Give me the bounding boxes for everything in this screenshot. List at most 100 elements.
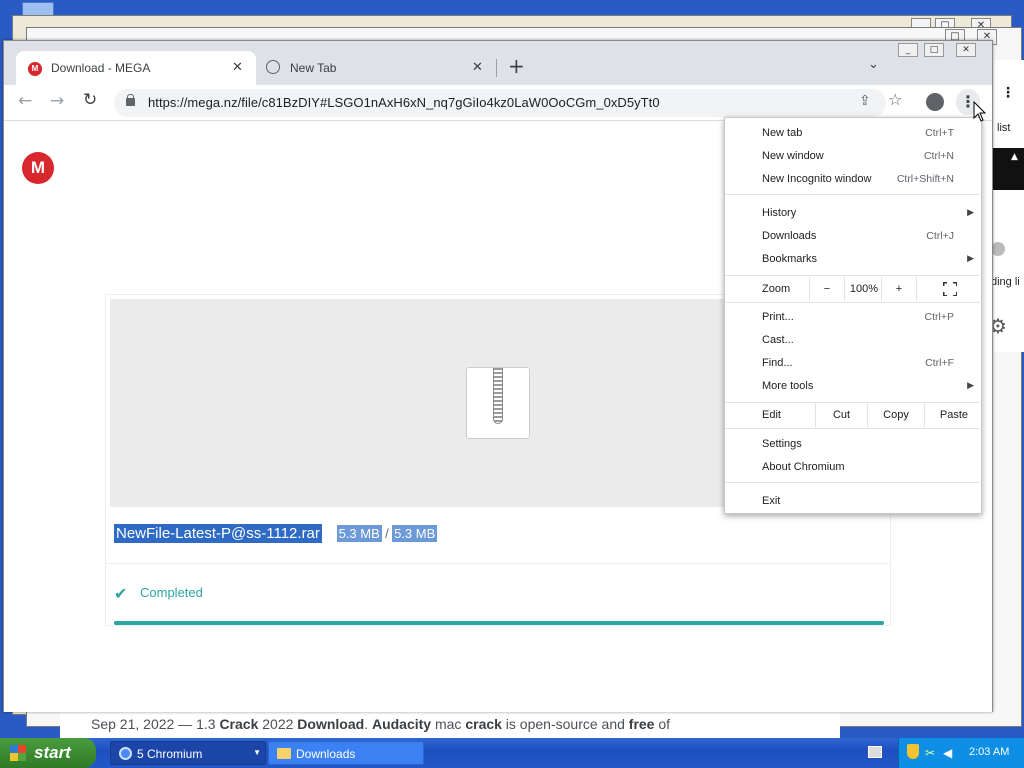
profile-avatar-icon[interactable] (926, 93, 944, 111)
menu-item-new-tab[interactable]: New tab Ctrl+T (725, 121, 983, 144)
share-icon[interactable]: ⇪ (859, 93, 871, 109)
close-tab-icon[interactable]: ✕ (472, 59, 483, 75)
menu-item-find[interactable]: Find... Ctrl+F (725, 351, 983, 374)
cut-button[interactable]: Cut (815, 403, 867, 427)
zoom-level: 100% (849, 283, 879, 295)
menu-item-cast[interactable]: Cast... (725, 328, 983, 351)
snippet-date: Sep 21, 2022 — 1.3 (91, 716, 220, 732)
network-icon[interactable]: ✂ (925, 746, 935, 760)
menu-separator (725, 428, 983, 429)
background-app-panel: ⋮ list ▲ ding li ⚙ (989, 60, 1024, 352)
bg-scroll-up-icon[interactable]: ▲ (1011, 152, 1018, 162)
menu-shortcut: Ctrl+P (924, 310, 954, 323)
menu-label: New Incognito window (762, 172, 872, 185)
maximize-button[interactable]: □ (924, 43, 944, 57)
chromium-icon (119, 747, 132, 760)
menu-separator (725, 302, 983, 303)
start-label: start (34, 743, 71, 762)
tab-new-tab[interactable]: New Tab ✕ (256, 51, 496, 85)
taskbar-item-label: 5 Chromium (137, 747, 203, 761)
archive-file-icon (466, 367, 530, 439)
file-name[interactable]: NewFile-Latest-P@ss-1112.rar (114, 524, 322, 543)
snippet-text: 2022 (258, 716, 298, 732)
start-button[interactable]: start (0, 738, 96, 768)
menu-shortcut: Ctrl+J (926, 229, 954, 242)
menu-shortcut: Ctrl+F (925, 356, 954, 369)
menu-item-downloads[interactable]: Downloads Ctrl+J (725, 224, 983, 247)
menu-label: Print... (762, 310, 794, 323)
paste-button[interactable]: Paste (925, 403, 983, 427)
bg-menu-dots-icon[interactable]: ⋮ (1001, 86, 1015, 100)
mouse-cursor-icon (973, 101, 987, 122)
fullscreen-icon[interactable] (943, 282, 957, 296)
tab-title: New Tab (290, 61, 337, 75)
card-divider (106, 563, 890, 564)
file-info-row: NewFile-Latest-P@ss-1112.rar 5.3 MB / 5.… (114, 524, 438, 547)
menu-label: About Chromium (762, 460, 845, 473)
forward-arrow-icon[interactable]: → (50, 91, 64, 111)
menu-shortcut: Ctrl+N (923, 149, 954, 162)
tab-title: Download - MEGA (51, 61, 151, 75)
menu-label: Cast... (762, 333, 794, 346)
menu-item-about[interactable]: About Chromium (725, 455, 983, 478)
menu-label: More tools (762, 379, 814, 392)
minimize-button[interactable]: _ (898, 43, 918, 57)
snippet-text: of (654, 716, 671, 732)
tab-mega-download[interactable]: M Download - MEGA ✕ (16, 51, 256, 85)
windows-flag-icon (10, 745, 26, 761)
download-status: Completed (140, 585, 203, 600)
menu-item-more-tools[interactable]: More tools ▶ (725, 374, 983, 397)
copy-button[interactable]: Copy (867, 403, 925, 427)
menu-item-bookmarks[interactable]: Bookmarks ▶ (725, 247, 983, 270)
zoom-in-button[interactable]: + (881, 277, 917, 301)
url-text[interactable]: https://mega.nz/file/c81BzDIY#LSGO1nAxH6… (148, 95, 660, 110)
reload-icon[interactable]: ↻ (83, 90, 97, 110)
snippet-bold: Crack (219, 716, 259, 732)
volume-icon[interactable]: ◀ (943, 746, 952, 760)
taskbar: start 5 Chromium ▼ Downloads ✂ ◀ 2:03 AM (0, 738, 1024, 768)
clock: 2:03 AM (969, 746, 1010, 758)
menu-label: Zoom (762, 283, 791, 295)
downloaded-size: 5.3 MB (336, 525, 382, 542)
menu-label: Downloads (762, 229, 817, 242)
menu-label: New window (762, 149, 824, 162)
menu-item-zoom: Zoom − 100% + (725, 277, 983, 301)
close-window-button[interactable]: ✕ (956, 43, 976, 57)
size-separator: / (385, 526, 389, 541)
zoom-out-button[interactable]: − (809, 277, 845, 301)
zipper-icon (493, 368, 503, 424)
system-tray: ✂ ◀ 2:03 AM (898, 738, 1024, 768)
submenu-arrow-icon: ▶ (967, 253, 974, 263)
folder-icon (277, 748, 291, 759)
keyboard-icon[interactable] (868, 746, 882, 758)
globe-icon (266, 60, 280, 74)
address-bar[interactable]: https://mega.nz/file/c81BzDIY#LSGO1nAxH6… (114, 89, 886, 117)
close-tab-icon[interactable]: ✕ (232, 59, 243, 75)
menu-item-exit[interactable]: Exit (725, 489, 983, 512)
menu-item-new-window[interactable]: New window Ctrl+N (725, 144, 983, 167)
submenu-arrow-icon: ▶ (967, 380, 974, 390)
tab-separator (496, 59, 497, 77)
menu-separator (725, 275, 983, 276)
security-shield-icon[interactable] (907, 744, 919, 759)
menu-item-incognito[interactable]: New Incognito window Ctrl+Shift+N (725, 167, 983, 190)
bg-dark-strip (993, 148, 1024, 190)
mega-logo-icon: M (28, 62, 42, 76)
menu-item-settings[interactable]: Settings (725, 432, 983, 455)
taskbar-item-chromium[interactable]: 5 Chromium ▼ (110, 741, 266, 765)
menu-item-edit: Edit Cut Copy Paste (725, 403, 983, 427)
bg-avatar-icon (991, 242, 1005, 256)
new-tab-plus-icon[interactable]: + (508, 54, 525, 78)
bookmark-star-icon[interactable]: ☆ (888, 90, 902, 109)
taskbar-item-downloads[interactable]: Downloads (268, 741, 424, 765)
snippet-bold: Audacity (371, 716, 432, 732)
menu-item-history[interactable]: History ▶ (725, 201, 983, 224)
menu-item-print[interactable]: Print... Ctrl+P (725, 305, 983, 328)
taskbar-item-label: Downloads (296, 747, 356, 761)
tab-search-chevron-icon[interactable]: ⌄ (868, 57, 879, 72)
menu-separator (725, 482, 983, 483)
submenu-arrow-icon: ▶ (967, 207, 974, 217)
menu-label: Bookmarks (762, 252, 818, 265)
back-arrow-icon[interactable]: ← (18, 91, 32, 111)
mega-logo[interactable]: M (22, 152, 54, 184)
